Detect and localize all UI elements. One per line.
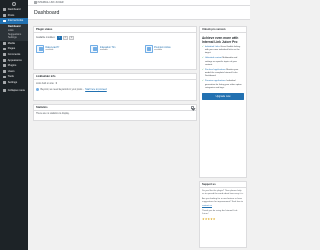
rating-stars[interactable]: ★★★★★ (202, 217, 215, 221)
module-card[interactable]: Indexation Tim available (90, 43, 139, 54)
modules-row: Available modules: 1 2 3 (36, 36, 194, 40)
card-status: available (45, 49, 54, 52)
linkbuilder-notice: Beyond, we need keywords in your posts -… (36, 88, 194, 91)
media-icon (3, 41, 6, 45)
sidebar-item-settings[interactable]: Settings (0, 80, 28, 86)
support-text: Thank you for using the Internal Link Ju… (202, 209, 238, 215)
check-icon: ✓ (202, 57, 204, 60)
settings-icon (3, 81, 6, 84)
breadcrumb: INTERNAL LINK JUICER (37, 1, 64, 4)
modules-label: Available modules: (36, 37, 56, 39)
card-title: Data Load Tr (45, 45, 60, 49)
card-status: available (99, 49, 108, 52)
upgrade-button[interactable]: Upgrade now (202, 92, 244, 100)
comment-icon (3, 53, 6, 56)
indexation-icon (90, 44, 99, 53)
dashboard-icon (3, 8, 6, 12)
sidebar-item-label: Dashboard (7, 8, 21, 12)
notice-text: Beyond, we need keywords in your posts - (40, 88, 84, 91)
check-icon: ✓ (202, 46, 204, 48)
sidebar-item-label: Plugins (7, 64, 17, 68)
wordpress-icon (12, 1, 16, 6)
sidebar-item-label: Pages (7, 47, 16, 51)
module-badge: 2 (63, 36, 68, 40)
brush-icon (3, 58, 6, 62)
sidebar-item-label: Users (7, 69, 15, 73)
page-title: Dashboard (34, 9, 60, 16)
links-built-label: Links built on site: (36, 83, 55, 85)
linkbuilder-panel: Linkbuilder info Links built on site: 0 … (33, 73, 197, 101)
panel-toggle-icon[interactable] (190, 105, 194, 110)
module-card[interactable]: Premium Active available (144, 43, 194, 54)
pushpin-icon (3, 13, 6, 17)
premium-icon (144, 44, 153, 53)
card-title: Premium Active (154, 45, 171, 49)
panel-title: Statistics (36, 106, 48, 109)
check-icon: ✓ (202, 80, 204, 83)
support-panel: Support us Do you like the plugin? Then … (199, 181, 247, 248)
feature-title: Premium applications (204, 80, 226, 83)
plugin-icon (3, 64, 6, 68)
wrench-icon (3, 75, 6, 79)
module-badge: 3 (69, 36, 74, 40)
feature-title: Unlimited content (204, 57, 222, 60)
statistics-panel: Statistics There are no statistics to di… (33, 104, 197, 121)
upgrade-panel: Unlock pro version Achieve even more wit… (199, 26, 247, 178)
contact-link[interactable]: contact us (202, 205, 212, 207)
module-badge: 1 (56, 36, 62, 40)
feature-item: ✓ Pro-level applications Monitor your mo… (202, 69, 244, 78)
link-icon (3, 19, 6, 23)
sidebar-item-label: Media (7, 41, 15, 45)
collapse-menu-button[interactable]: Collapse menu (0, 87, 28, 93)
feature-item: ✓ Individual Links Gives flexible linkin… (202, 46, 244, 55)
page-icon (3, 47, 6, 51)
info-icon (36, 88, 39, 91)
sidebar-item-label: Comments (7, 53, 21, 57)
feature-item: ✓ Unlimited content Multimedia and setti… (202, 57, 244, 66)
card-title: Indexation Tim (99, 45, 116, 49)
admin-sidebar: Dashboard Posts Internal Links Dashboard… (0, 0, 28, 250)
sidebar-item-label: Tools (7, 75, 14, 79)
wordpress-logo[interactable] (0, 0, 28, 7)
feature-title: Pro-level applications (204, 68, 226, 71)
upgrade-headline: Achieve even more with Internal Link Jui… (202, 36, 239, 44)
plugin-status-panel: Plugin status Available modules: 1 2 3 D… (33, 26, 197, 70)
statistics-empty-text: There are no statistics to display. (36, 113, 70, 115)
card-status: available (154, 49, 163, 52)
collapse-icon (3, 88, 6, 92)
submenu-settings[interactable]: Settings (0, 36, 28, 40)
links-built-count: 0 (55, 83, 58, 85)
plugin-logo-icon (34, 1, 37, 4)
feature-title: Individual Links (204, 46, 220, 48)
start-link[interactable]: Start here to proceed (85, 89, 107, 91)
sidebar-item-label: Internal Links (7, 19, 24, 23)
check-icon: ✓ (202, 68, 204, 71)
sidebar-submenu: Dashboard Links Suggestions Settings (0, 23, 28, 41)
sidebar-item-label: Appearance (7, 58, 22, 62)
links-built-row: Links built on site: 0 (36, 83, 194, 85)
users-icon (3, 69, 6, 73)
collapse-label: Collapse menu (7, 88, 26, 92)
module-card[interactable]: Data Load Tr available (36, 43, 85, 54)
feature-item: ✓ Premium applications Individual genera… (202, 80, 244, 89)
support-text: Do you like the plugin? Then please help… (202, 190, 244, 196)
title-bar: Dashboard (28, 6, 250, 20)
sidebar-item-label: Settings (7, 81, 18, 85)
module-cards: Data Load Tr available Indexation Tim av… (36, 43, 194, 54)
support-text: Are you looking for a new feature or hav… (202, 198, 243, 204)
sidebar-item-label: Posts (7, 13, 15, 17)
data-load-icon (36, 44, 44, 53)
